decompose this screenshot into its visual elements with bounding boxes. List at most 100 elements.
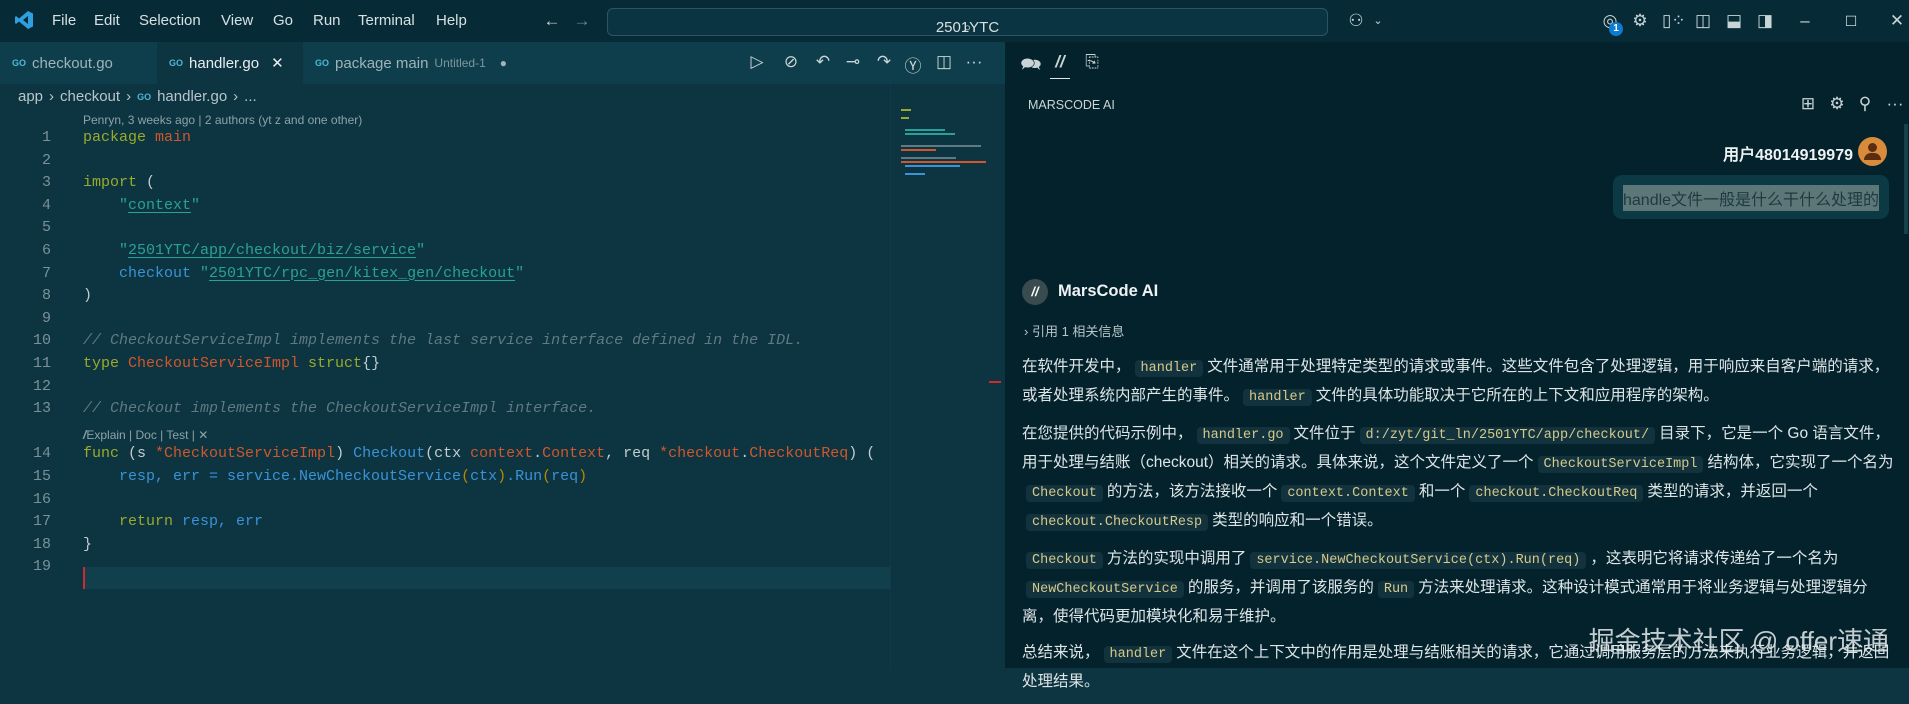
menu-run[interactable]: Run xyxy=(313,12,341,29)
chevron-right-icon: › xyxy=(49,88,55,105)
answer-text: 文件的具体功能取决于它所在的上下文和应用程序的架构。 xyxy=(1315,387,1719,404)
code-line[interactable]: "context" xyxy=(83,197,890,214)
minimap[interactable] xyxy=(890,84,1001,668)
code-line[interactable]: "2501YTC/app/checkout/biz/service" xyxy=(83,242,890,259)
code-token: " xyxy=(83,242,129,259)
close-tab-icon[interactable]: ✕ xyxy=(271,54,284,72)
code-token: package xyxy=(83,129,156,146)
code-token: " xyxy=(416,242,426,259)
chat-icon[interactable]: 🗪 xyxy=(1020,52,1042,81)
tab-handler-go[interactable]: GO handler.go ✕ xyxy=(157,42,303,84)
line-number: 14 xyxy=(32,445,51,463)
new-chat-icon[interactable]: ⊞ xyxy=(1797,94,1819,114)
ai-codelens[interactable]: /Explain | Doc | Test | ✕ xyxy=(83,428,208,442)
next-change-icon[interactable]: ↷ xyxy=(873,52,895,72)
code-line[interactable]: package main xyxy=(83,129,890,146)
menu-selection[interactable]: Selection xyxy=(139,12,201,29)
customize-layout-icon[interactable]: ▯⁘ xyxy=(1662,11,1686,31)
code-token: Checkout xyxy=(353,445,426,463)
hide-changes-icon[interactable]: ⊘ xyxy=(780,52,802,72)
inline-code: d:/zyt/git_ln/2501YTC/app/checkout/ xyxy=(1359,427,1656,444)
menu-go[interactable]: Go xyxy=(273,12,293,29)
line-number: 16 xyxy=(32,490,51,508)
git-blame-codelens[interactable]: Penryn, 3 weeks ago | 2 authors (yt z an… xyxy=(83,113,362,127)
toggle-secondary-sidebar-icon[interactable]: ◨ xyxy=(1755,11,1775,31)
command-center-search[interactable]: ⌕ 2501YTC xyxy=(607,8,1328,36)
forward-arrow-icon[interactable]: → xyxy=(572,11,592,31)
close-window-icon[interactable]: ✕ xyxy=(1887,11,1907,31)
settings-gear-icon[interactable]: ⚙ xyxy=(1630,11,1650,31)
inline-code: Checkout xyxy=(1026,552,1103,569)
menu-view[interactable]: View xyxy=(221,12,253,29)
answer-text: 结构体，它实现了一个名为 xyxy=(1707,454,1894,471)
line-number: 1 xyxy=(41,129,51,146)
split-editor-icon[interactable]: ◫ xyxy=(933,52,955,72)
tab-untitled-1[interactable]: GO package main Untitled-1 ● xyxy=(303,42,543,84)
breadcrumb-app[interactable]: app xyxy=(18,88,43,105)
menu-file[interactable]: File xyxy=(52,12,76,29)
back-arrow-icon[interactable]: ← xyxy=(542,11,562,31)
code-line[interactable]: // CheckoutServiceImpl implements the la… xyxy=(83,332,890,349)
code-line[interactable]: import ( xyxy=(83,174,890,191)
line-number: 6 xyxy=(41,242,51,259)
add-context-icon[interactable]: ⎘ xyxy=(1081,52,1103,72)
maximize-icon[interactable]: ☐ xyxy=(1841,11,1861,31)
menu-help[interactable]: Help xyxy=(436,12,467,29)
answer-text: 类型的响应和一个错误。 xyxy=(1212,512,1383,529)
code-token: 2501YTC/rpc_gen/kitex_gen/checkout xyxy=(209,264,516,282)
code-token: ) xyxy=(497,468,507,485)
breadcrumb-checkout[interactable]: checkout xyxy=(60,88,120,105)
tab-checkout-go[interactable]: GO checkout.go xyxy=(0,42,157,84)
code-line[interactable]: func (s *CheckoutServiceImpl) Checkout(c… xyxy=(83,445,890,462)
tab-label: package main xyxy=(335,54,429,72)
inline-code: CheckoutServiceImpl xyxy=(1537,456,1704,473)
code-token: 2501YTC/app/checkout/biz/service xyxy=(128,242,417,259)
panel-title: MARSCODE AI xyxy=(1028,98,1115,112)
line-number: 11 xyxy=(32,355,51,372)
code-line[interactable]: ) xyxy=(83,287,890,304)
answer-paragraph: 在您提供的代码示例中， handler.go 文件位于 d:/zyt/git_ln/2… xyxy=(1022,420,1894,536)
code-token: (ctx xyxy=(425,445,471,463)
code-token: type xyxy=(83,355,129,372)
chat-scrollbar[interactable] xyxy=(1904,124,1908,234)
tab-description: Untitled-1 xyxy=(434,56,486,70)
text-cursor xyxy=(83,567,85,589)
run-icon[interactable]: ▷ xyxy=(746,52,768,72)
more-actions-icon[interactable]: ··· xyxy=(963,52,985,72)
code-line[interactable]: return resp, err xyxy=(83,513,890,530)
marscode-tab-icon[interactable]: // xyxy=(1049,52,1071,72)
git-branch-icon[interactable]: Ⓨ xyxy=(902,52,924,77)
codelens-actions[interactable]: Explain | Doc | Test | ✕ xyxy=(86,428,208,442)
reference-toggle[interactable]: › 引用 1 相关信息 xyxy=(1024,321,1124,340)
panel-more-icon[interactable]: ··· xyxy=(1884,94,1906,114)
line-number: 18 xyxy=(32,535,51,553)
panel-settings-icon[interactable]: ⚙ xyxy=(1826,94,1848,114)
code-token: resp, err xyxy=(182,513,264,531)
menu-terminal[interactable]: Terminal xyxy=(358,12,415,29)
feedback-icon[interactable]: ⚲ xyxy=(1854,94,1876,114)
git-commit-icon[interactable]: ⊸ xyxy=(842,52,864,72)
copilot-icon[interactable]: ⚇ xyxy=(1346,11,1366,31)
code-token: resp, err = service.NewCheckoutService xyxy=(83,468,462,485)
code-token: .Run xyxy=(506,468,543,485)
chevron-down-icon[interactable]: ⌄ xyxy=(1368,11,1388,31)
unsaved-dot-icon: ● xyxy=(499,56,508,70)
menu-edit[interactable]: Edit xyxy=(94,12,120,29)
code-line[interactable]: // Checkout implements the CheckoutServi… xyxy=(83,400,890,417)
previous-change-icon[interactable]: ↶ xyxy=(812,52,834,72)
user-name: 用户48014919979 xyxy=(1723,147,1853,164)
inline-code: handler xyxy=(1134,360,1204,377)
user-avatar xyxy=(1858,137,1887,166)
minimize-icon[interactable]: – xyxy=(1795,11,1815,31)
toggle-panel-icon[interactable]: ⬓ xyxy=(1724,11,1744,31)
breadcrumb-symbols[interactable]: ... xyxy=(244,88,257,105)
code-line[interactable]: type CheckoutServiceImpl struct{} xyxy=(83,355,890,372)
code-token: struct xyxy=(308,355,363,372)
breadcrumb-file[interactable]: handler.go xyxy=(157,88,227,105)
toggle-primary-sidebar-icon[interactable]: ◫ xyxy=(1693,11,1713,31)
code-line[interactable]: checkout "2501YTC/rpc_gen/kitex_gen/chec… xyxy=(83,265,890,282)
line-number: 15 xyxy=(32,468,51,485)
code-line[interactable]: resp, err = service.NewCheckoutService(c… xyxy=(83,468,890,485)
code-token: " xyxy=(191,196,201,214)
code-line[interactable]: } xyxy=(83,536,890,553)
